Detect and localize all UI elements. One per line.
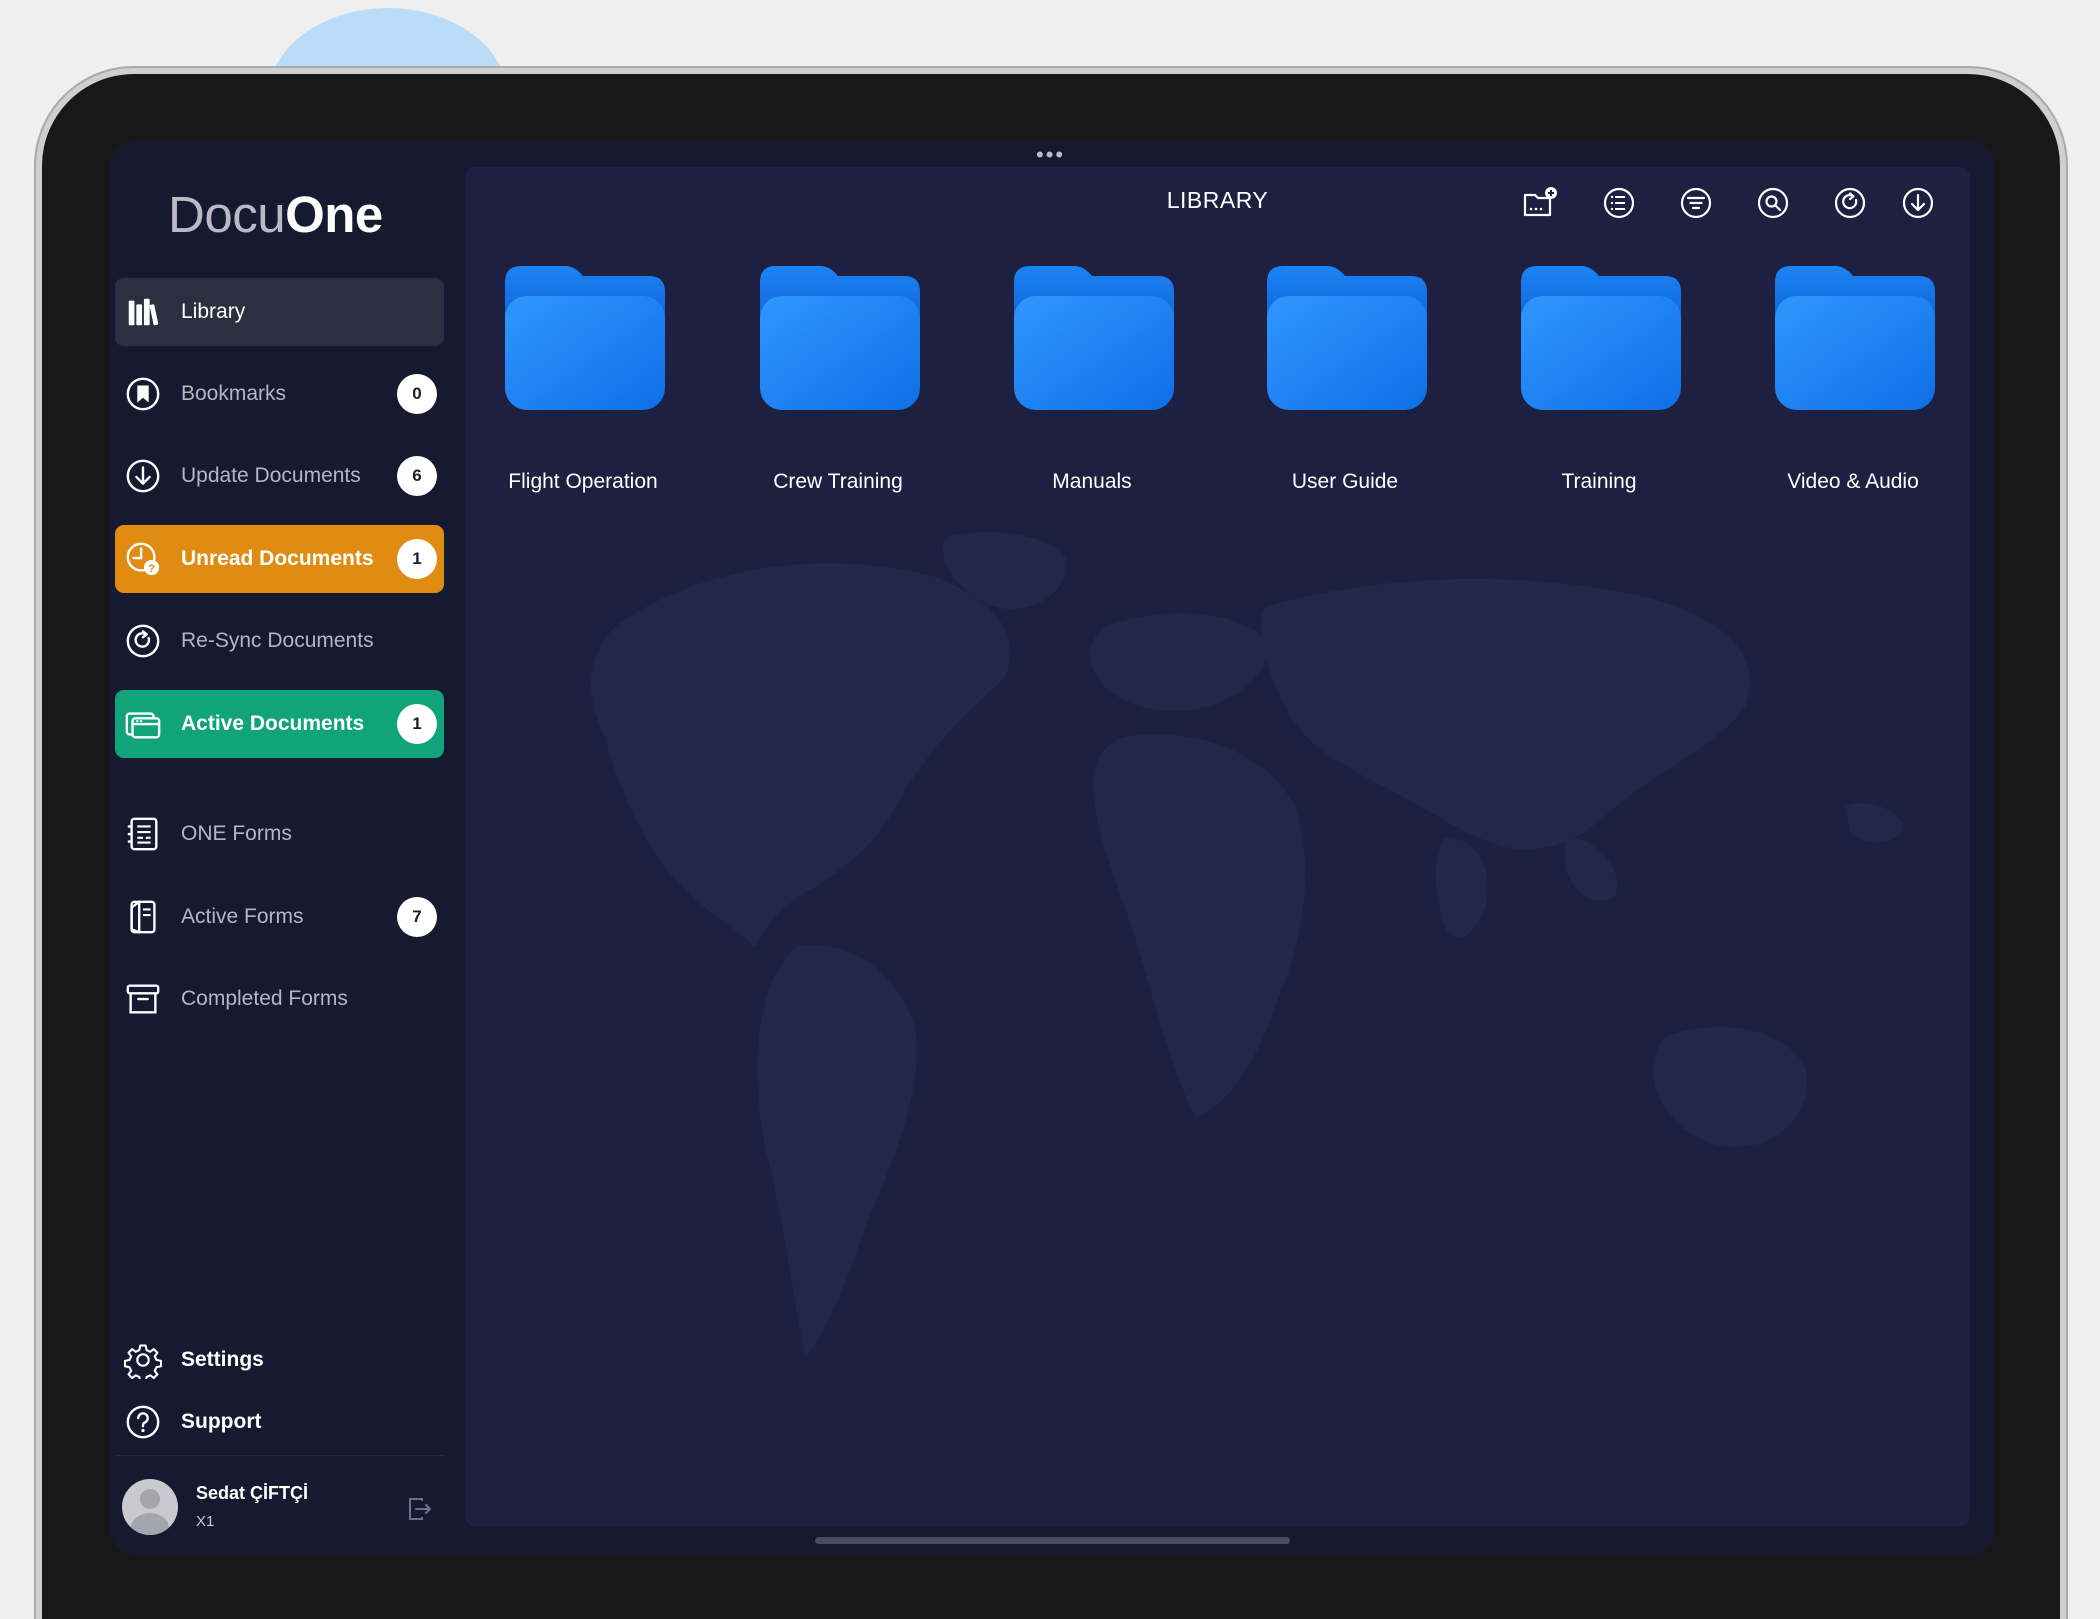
page-title: LIBRARY <box>1166 187 1269 213</box>
clock-question-icon: ? <box>123 539 163 579</box>
add-folder-button[interactable] <box>1518 181 1562 225</box>
folder-training[interactable]: Training <box>1499 262 1699 493</box>
library-panel: LIBRARY Flight Operation Crew Training M… <box>465 167 1970 1526</box>
download-icon <box>123 456 163 496</box>
library-icon <box>123 292 163 332</box>
forms-icon <box>123 814 163 854</box>
active-form-icon <box>123 897 163 937</box>
sidebar-divider <box>115 1455 444 1456</box>
folder-crew-training[interactable]: Crew Training <box>738 262 938 493</box>
sidebar-item-settings[interactable]: Settings <box>115 1326 444 1394</box>
search-icon <box>1757 187 1789 219</box>
folder-icon <box>1521 266 1681 410</box>
add-folder-icon <box>1523 187 1557 217</box>
refresh-icon <box>1834 187 1866 219</box>
sidebar-item-bookmarks[interactable]: Bookmarks 0 <box>115 360 444 428</box>
bookmark-icon <box>123 374 163 414</box>
folder-icon <box>1014 266 1174 410</box>
user-profile[interactable]: Sedat ÇİFTÇİ X1 <box>122 1473 452 1543</box>
sidebar-item-update-documents[interactable]: Update Documents 6 <box>115 442 444 510</box>
folder-flight-operation[interactable]: Flight Operation <box>483 262 683 493</box>
sidebar-item-active-forms[interactable]: Active Forms 7 <box>115 883 444 951</box>
archive-box-icon <box>123 979 163 1019</box>
gear-icon <box>123 1340 163 1380</box>
unread-documents-count-badge: 1 <box>397 539 437 579</box>
multitasking-dots[interactable]: ••• <box>1036 144 1065 166</box>
download-button[interactable] <box>1896 181 1940 225</box>
avatar <box>122 1479 178 1535</box>
filter-icon <box>1680 187 1712 219</box>
active-documents-count-badge: 1 <box>397 704 437 744</box>
world-map-background <box>591 532 1905 1357</box>
sidebar-item-resync-documents[interactable]: Re-Sync Documents <box>115 607 444 675</box>
search-button[interactable] <box>1751 181 1795 225</box>
filter-button[interactable] <box>1674 181 1718 225</box>
app-screen: ••• DocuOne Library Bookmarks 0 Update D… <box>110 140 1995 1556</box>
user-subtitle: X1 <box>196 1513 215 1530</box>
sidebar-item-library[interactable]: Library <box>115 278 444 346</box>
bookmarks-count-badge: 0 <box>397 374 437 414</box>
folder-icon <box>1267 266 1427 410</box>
resync-icon <box>123 621 163 661</box>
folder-icon <box>505 266 665 410</box>
sidebar-item-one-forms[interactable]: ONE Forms <box>115 800 444 868</box>
sidebar-item-unread-documents[interactable]: ? Unread Documents 1 <box>115 525 444 593</box>
active-forms-count-badge: 7 <box>397 897 437 937</box>
user-name: Sedat ÇİFTÇİ <box>196 1483 309 1503</box>
sidebar: DocuOne Library Bookmarks 0 Update Docum… <box>110 140 455 1556</box>
app-logo: DocuOne <box>168 186 383 243</box>
sidebar-item-completed-forms[interactable]: Completed Forms <box>115 965 444 1033</box>
list-view-button[interactable] <box>1597 181 1641 225</box>
folder-video-audio[interactable]: Video & Audio <box>1753 262 1953 493</box>
folder-manuals[interactable]: Manuals <box>992 262 1192 493</box>
question-circle-icon <box>123 1402 163 1442</box>
folder-user-guide[interactable]: User Guide <box>1245 262 1445 493</box>
refresh-button[interactable] <box>1828 181 1872 225</box>
svg-text:?: ? <box>148 563 155 575</box>
download-icon <box>1902 187 1934 219</box>
home-indicator[interactable] <box>815 1537 1290 1544</box>
update-documents-count-badge: 6 <box>397 456 437 496</box>
sidebar-item-active-documents[interactable]: Active Documents 1 <box>115 690 444 758</box>
stacked-windows-icon <box>123 704 163 744</box>
folder-icon <box>1775 266 1935 410</box>
list-view-icon <box>1603 187 1635 219</box>
sidebar-item-support[interactable]: Support <box>115 1388 444 1456</box>
folder-icon <box>760 266 920 410</box>
logout-icon[interactable] <box>405 1495 433 1523</box>
